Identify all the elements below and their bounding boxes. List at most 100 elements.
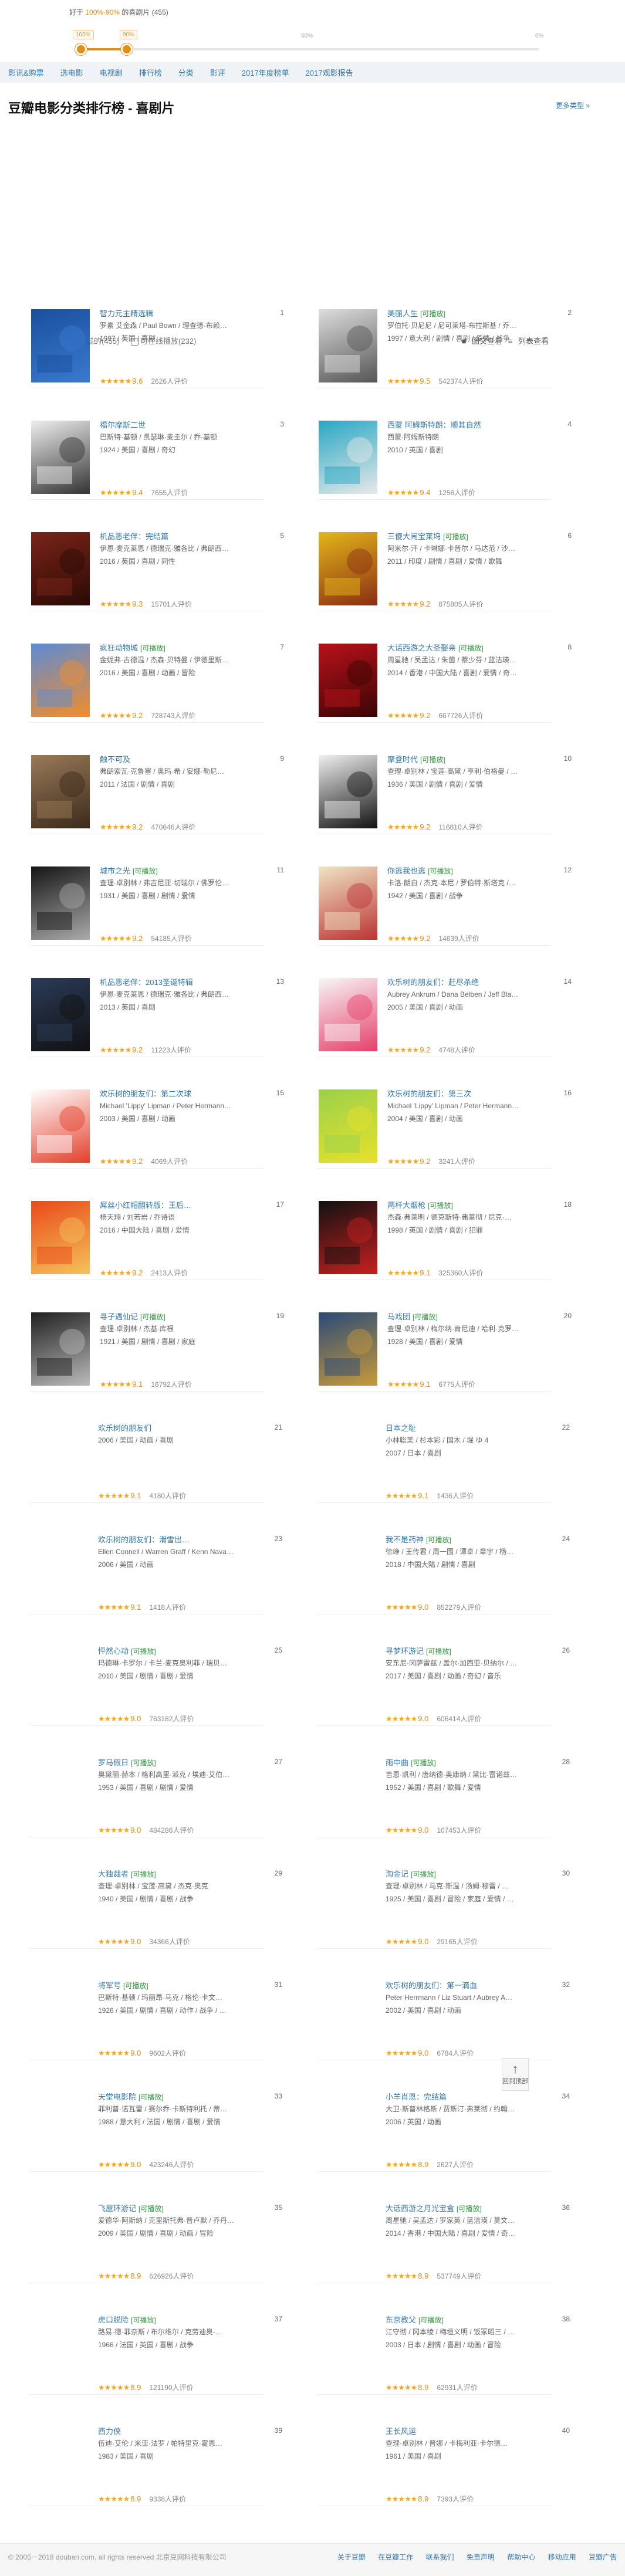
movie-item[interactable]: 机品恶老伴：2013圣诞特辑 13 伊恩·麦克莱恩 / 德瑞克·雅各比 / 弗朗西…… <box>29 957 284 1057</box>
movie-title-link[interactable]: 日本之耻 <box>386 1424 416 1433</box>
nav-chart[interactable]: 排行榜 <box>139 67 162 78</box>
nav-explore[interactable]: 选电影 <box>60 67 83 78</box>
movie-item[interactable]: 王长风运 40 查理·卓别林 / 普娜 / 卡梅利亚·卡尔德… 1961 / 美国 /… <box>317 2406 570 2506</box>
movie-title-link[interactable]: 罗马假日 <box>98 1758 129 1767</box>
movie-title-link[interactable]: 怦然心动 <box>98 1647 129 1656</box>
movie-item[interactable]: 怦然心动 [可播放] 25 玛德琳·卡罗尔 / 卡兰·麦克奥利菲 / 瑞贝… 2010 … <box>29 1626 282 1726</box>
movie-item[interactable]: 智力元主精选辑 1 罗素 艾金森 / Paul Bown / 理查德·布赖… 1997… <box>29 289 284 388</box>
movie-item[interactable]: 欢乐树的朋友们：第一滴血 32 Peter Herrmann / Liz Stuar… <box>317 1961 570 2060</box>
movie-title-link[interactable]: 城市之光 <box>100 866 130 875</box>
movie-item[interactable]: 罗马假日 [可播放] 27 奥黛丽·赫本 / 格利高里·派克 / 埃迪·艾伯… 1953… <box>29 1738 282 1837</box>
movie-title-link[interactable]: 雨中曲 <box>386 1758 408 1767</box>
movie-poster[interactable] <box>319 866 377 940</box>
movie-item[interactable]: 大话西游之月光宝盒 [可播放] 36 周星驰 / 吴孟达 / 罗家英 / 蓝洁瑛 / … <box>317 2184 570 2283</box>
movie-poster[interactable] <box>31 309 90 382</box>
footer-link-ads[interactable]: 豆瓣广告 <box>589 2553 617 2561</box>
movie-item[interactable]: 西力侠 39 伍迪·艾伦 / 米亚·法罗 / 帕特里克·霍恩… 1983 / 美国 /… <box>29 2406 282 2506</box>
movie-poster[interactable] <box>31 1089 90 1163</box>
movie-item[interactable]: 疯狂动物城 [可播放] 7 金妮弗·古德温 / 杰森·贝特曼 / 伊德里斯… 2016 … <box>29 623 284 723</box>
movie-poster[interactable] <box>319 755 377 828</box>
movie-title-link[interactable]: 触不可及 <box>100 755 130 764</box>
footer-link-help[interactable]: 帮助中心 <box>507 2553 535 2561</box>
rating-range-track[interactable] <box>81 48 539 50</box>
movie-title-link[interactable]: 美丽人生 <box>387 309 418 318</box>
movie-item[interactable]: 飞屋环游记 [可播放] 35 爱德华·阿斯纳 / 克里斯托弗·普卢默 / 乔丹… 200… <box>29 2184 282 2283</box>
movie-title-link[interactable]: 三傻大闹宝莱坞 <box>387 532 441 541</box>
movie-item[interactable]: 天堂电影院 [可播放] 33 菲利普·诺瓦雷 / 赛尔乔·卡斯特利托 / 蒂… 1988… <box>29 2072 282 2172</box>
movie-item[interactable]: 机品恶老伴：完结篇 5 伊恩·麦克莱恩 / 德瑞克·雅各比 / 弗朗西… 2016 /… <box>29 512 284 611</box>
movie-item[interactable]: 城市之光 [可播放] 11 查理·卓别林 / 弗吉尼亚·切瑞尔 / 佛罗伦… 1931 … <box>29 846 284 946</box>
movie-poster[interactable] <box>31 755 90 828</box>
movie-title-link[interactable]: 欢乐树的朋友们：滑雪出… <box>98 1535 190 1544</box>
movie-title-link[interactable]: 西蒙 阿姆斯特朗：顺其自然 <box>387 421 481 429</box>
movie-item[interactable]: 欢乐树的朋友们 21 2006 / 美国 / 动画 / 喜剧 ★★★★★ 9.1 4180… <box>29 1403 282 1503</box>
movie-title-link[interactable]: 虎口脱险 <box>98 2316 129 2324</box>
movie-title-link[interactable]: 摩登时代 <box>387 755 418 764</box>
movie-poster[interactable] <box>31 866 90 940</box>
movie-item[interactable]: 两杆大烟枪 [可播放] 18 杰森·弗莱明 / 德克斯特·弗莱彻 / 尼克·… 1998… <box>317 1180 572 1280</box>
movie-title-link[interactable]: 天堂电影院 <box>98 2093 136 2101</box>
movie-title-link[interactable]: 东京教父 <box>386 2316 416 2324</box>
movie-poster[interactable] <box>31 532 90 605</box>
movie-poster[interactable] <box>319 978 377 1051</box>
movie-poster[interactable] <box>31 978 90 1051</box>
movie-item[interactable]: 福尔摩斯二世 3 巴斯特·基顿 / 凯瑟琳·麦圭尔 / 乔·基顿 1924 / 美国 … <box>29 400 284 500</box>
movie-item[interactable]: 欢乐树的朋友们：第三次 16 Michael 'Lippy' Lipman / Pe… <box>317 1069 572 1169</box>
movie-poster[interactable] <box>319 309 377 382</box>
movie-title-link[interactable]: 将军号 <box>98 1981 121 1990</box>
movie-poster[interactable] <box>31 644 90 717</box>
footer-link-about[interactable]: 关于豆瓣 <box>337 2553 366 2561</box>
movie-title-link[interactable]: 小羊肖恩：完结篇 <box>386 2093 447 2101</box>
movie-title-link[interactable]: 屌丝小红帽翻转版：王后… <box>100 1201 191 1210</box>
nav-annual-2017[interactable]: 2017年度榜单 <box>242 67 289 78</box>
movie-title-link[interactable]: 你逃我也逃 <box>387 866 425 875</box>
movie-title-link[interactable]: 马戏团 <box>387 1312 410 1321</box>
movie-item[interactable]: 三傻大闹宝莱坞 [可播放] 6 阿米尔·汗 / 卡琳娜·卡普尔 / 马达范 / 沙… 2… <box>317 512 572 611</box>
range-handle-left[interactable] <box>75 43 87 55</box>
more-types-link[interactable]: 更多类型 » <box>556 100 590 110</box>
movie-item[interactable]: 你逃我也逃 [可播放] 12 卡洛·朗白 / 杰克·本尼 / 罗伯特·斯塔克 /… 19… <box>317 846 572 946</box>
movie-title-link[interactable]: 欢乐树的朋友们：第三次 <box>387 1089 471 1098</box>
movie-item[interactable]: 日本之耻 22 小林聡美 / 杉本彩 / 国木 / 堀 ゆ 4 2007 / 日本 /… <box>317 1403 570 1503</box>
nav-category[interactable]: 分类 <box>178 67 194 78</box>
movie-poster[interactable] <box>319 1201 377 1274</box>
movie-item[interactable]: 寻子遇仙记 [可播放] 19 查理·卓别林 / 杰基·库根 1921 / 美国 / 剧情… <box>29 1292 284 1392</box>
movie-item[interactable]: 寻梦环游记 [可播放] 26 安东尼·冈萨雷兹 / 盖尔·加西亚·贝纳尔 / … 201… <box>317 1626 570 1726</box>
movie-item[interactable]: 马戏团 [可播放] 20 查理·卓别林 / 梅尔纳·肯尼迪 / 哈利·克罗… 1928 … <box>317 1292 572 1392</box>
movie-item[interactable]: 摩登时代 [可播放] 10 查理·卓别林 / 宝莲·高黛 / 亨利·伯格曼 / … 19… <box>317 734 572 834</box>
nav-report-2017[interactable]: 2017观影报告 <box>306 67 353 78</box>
movie-title-link[interactable]: 疯狂动物城 <box>100 644 138 652</box>
movie-item[interactable]: 西蒙 阿姆斯特朗：顺其自然 4 西蒙·阿姆斯特朗 2010 / 英国 / 喜剧 ★★★★… <box>317 400 572 500</box>
back-to-top-button[interactable]: ↑ 回到顶部 <box>502 2058 529 2091</box>
movie-title-link[interactable]: 机品恶老伴：完结篇 <box>100 532 168 541</box>
range-handle-right[interactable] <box>121 43 133 55</box>
nav-tv[interactable]: 电视剧 <box>100 67 123 78</box>
movie-title-link[interactable]: 智力元主精选辑 <box>100 309 153 318</box>
movie-item[interactable]: 欢乐树的朋友们：第二次球 15 Michael 'Lippy' Lipman / P… <box>29 1069 284 1169</box>
movie-poster[interactable] <box>319 1089 377 1163</box>
movie-title-link[interactable]: 大话西游之月光宝盒 <box>386 2204 454 2213</box>
movie-item[interactable]: 我不是药神 [可播放] 24 徐峥 / 王传君 / 周一围 / 谭卓 / 章宇 / 杨… <box>317 1515 570 1614</box>
movie-title-link[interactable]: 淘金记 <box>386 1870 408 1878</box>
movie-poster[interactable] <box>319 1312 377 1386</box>
movie-poster[interactable] <box>31 1312 90 1386</box>
movie-poster[interactable] <box>31 1201 90 1274</box>
nav-tickets[interactable]: 影讯&购票 <box>8 67 44 78</box>
movie-title-link[interactable]: 两杆大烟枪 <box>387 1201 425 1210</box>
footer-link-jobs[interactable]: 在豆瓣工作 <box>378 2553 413 2561</box>
movie-title-link[interactable]: 王长风运 <box>386 2427 416 2436</box>
movie-title-link[interactable]: 大独裁者 <box>98 1870 129 1878</box>
movie-title-link[interactable]: 福尔摩斯二世 <box>100 421 146 429</box>
movie-title-link[interactable]: 飞屋环游记 <box>98 2204 136 2213</box>
nav-review[interactable]: 影评 <box>210 67 225 78</box>
movie-title-link[interactable]: 欢乐树的朋友们 <box>98 1424 151 1433</box>
movie-title-link[interactable]: 欢乐树的朋友们：第二次球 <box>100 1089 191 1098</box>
movie-poster[interactable] <box>319 644 377 717</box>
movie-title-link[interactable]: 欢乐树的朋友们：第一滴血 <box>386 1981 477 1990</box>
movie-item[interactable]: 将军号 [可播放] 31 巴斯特·基顿 / 玛丽昂·马克 / 格伦·卡文… 1926 /… <box>29 1961 282 2060</box>
movie-item[interactable]: 欢乐树的朋友们：赶尽杀绝 14 Aubrey Ankrum / Dana Belbe… <box>317 957 572 1057</box>
movie-item[interactable]: 欢乐树的朋友们：滑雪出… 23 Ellen Connell / Warren Gra… <box>29 1515 282 1614</box>
movie-item[interactable]: 美丽人生 [可播放] 2 罗伯托·贝尼尼 / 尼可莱塔·布拉斯基 / 乔… 1997 /… <box>317 289 572 388</box>
movie-item[interactable]: 淘金记 [可播放] 30 查理·卓别林 / 马克·斯温 / 汤姆·穆雷 / … 1925… <box>317 1849 570 1949</box>
movie-poster[interactable] <box>319 532 377 605</box>
